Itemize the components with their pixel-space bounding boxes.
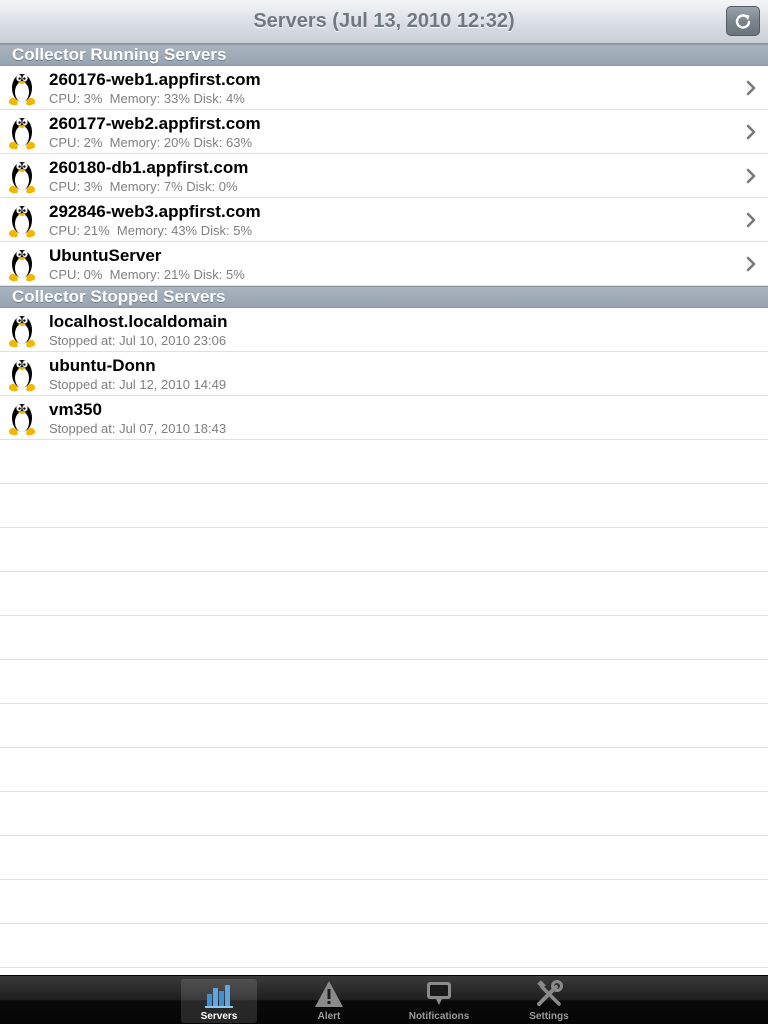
server-row[interactable]: 292846-web3.appfirst.com CPU: 21% Memory… (0, 198, 768, 242)
server-name: 292846-web3.appfirst.com (49, 202, 261, 221)
server-row[interactable]: ubuntu-Donn Stopped at: Jul 12, 2010 14:… (0, 352, 768, 396)
empty-row (0, 836, 768, 880)
tab-alert[interactable]: Alert (291, 979, 367, 1023)
tab-notifications[interactable]: Notifications (401, 979, 477, 1023)
server-row[interactable]: vm350 Stopped at: Jul 07, 2010 18:43 (0, 396, 768, 440)
section-header-running: Collector Running Servers (0, 44, 768, 66)
chevron-right-icon (745, 124, 757, 140)
empty-row (0, 528, 768, 572)
server-stats: CPU: 3% Memory: 7% Disk: 0% (49, 179, 238, 194)
linux-penguin-icon (7, 312, 37, 348)
linux-penguin-icon (7, 356, 37, 392)
server-row[interactable]: 260177-web2.appfirst.com CPU: 2% Memory:… (0, 110, 768, 154)
empty-row (0, 440, 768, 484)
server-name: 260177-web2.appfirst.com (49, 114, 261, 133)
server-stats: CPU: 21% Memory: 43% Disk: 5% (49, 223, 253, 238)
empty-row (0, 484, 768, 528)
empty-row (0, 792, 768, 836)
empty-row (0, 880, 768, 924)
server-row[interactable]: localhost.localdomain Stopped at: Jul 10… (0, 308, 768, 352)
refresh-icon (735, 14, 751, 29)
server-name: vm350 (49, 400, 102, 419)
linux-penguin-icon (7, 114, 37, 150)
chevron-right-icon (745, 80, 757, 96)
server-name: 260176-web1.appfirst.com (49, 70, 261, 89)
bar-chart-icon (205, 985, 233, 1008)
navigation-bar: Servers (Jul 13, 2010 12:32) (0, 0, 768, 44)
app-window: Servers (Jul 13, 2010 12:32) Collector R… (0, 0, 768, 1024)
tab-bar: Servers Alert Notifications Settings (0, 975, 768, 1024)
server-stopped-time: Stopped at: Jul 12, 2010 14:49 (49, 377, 227, 392)
page-title: Servers (Jul 13, 2010 12:32) (253, 10, 515, 32)
speech-bubble-icon (427, 982, 451, 1005)
server-name: ubuntu-Donn (49, 356, 156, 375)
server-name: localhost.localdomain (49, 312, 228, 331)
chevron-right-icon (745, 168, 757, 184)
server-row[interactable]: UbuntuServer CPU: 0% Memory: 21% Disk: 5… (0, 242, 768, 286)
tools-icon (537, 980, 563, 1006)
empty-row (0, 704, 768, 748)
server-row[interactable]: 260180-db1.appfirst.com CPU: 3% Memory: … (0, 154, 768, 198)
server-stats: CPU: 0% Memory: 21% Disk: 5% (49, 267, 245, 282)
tab-label: Settings (529, 1011, 569, 1022)
linux-penguin-icon (7, 246, 37, 282)
server-stats: CPU: 2% Memory: 20% Disk: 63% (49, 135, 253, 150)
tab-label: Servers (200, 1011, 238, 1022)
server-name: UbuntuServer (49, 246, 162, 265)
linux-penguin-icon (7, 202, 37, 238)
refresh-button[interactable] (726, 6, 760, 36)
empty-row (0, 572, 768, 616)
server-stats: CPU: 3% Memory: 33% Disk: 4% (49, 91, 245, 106)
chevron-right-icon (745, 212, 757, 228)
linux-penguin-icon (7, 158, 37, 194)
server-row[interactable]: 260176-web1.appfirst.com CPU: 3% Memory:… (0, 66, 768, 110)
warning-icon (315, 981, 343, 1007)
empty-row (0, 748, 768, 792)
server-stopped-time: Stopped at: Jul 10, 2010 23:06 (49, 333, 227, 348)
tab-servers[interactable]: Servers (181, 979, 257, 1023)
tab-settings[interactable]: Settings (511, 979, 587, 1023)
server-stopped-time: Stopped at: Jul 07, 2010 18:43 (49, 421, 227, 436)
empty-row (0, 616, 768, 660)
empty-row (0, 924, 768, 968)
linux-penguin-icon (7, 70, 37, 106)
linux-penguin-icon (7, 400, 37, 436)
section-header-stopped: Collector Stopped Servers (0, 286, 768, 308)
tab-label: Alert (317, 1011, 341, 1022)
empty-row (0, 660, 768, 704)
server-name: 260180-db1.appfirst.com (49, 158, 249, 177)
chevron-right-icon (745, 256, 757, 272)
tab-label: Notifications (408, 1011, 470, 1022)
